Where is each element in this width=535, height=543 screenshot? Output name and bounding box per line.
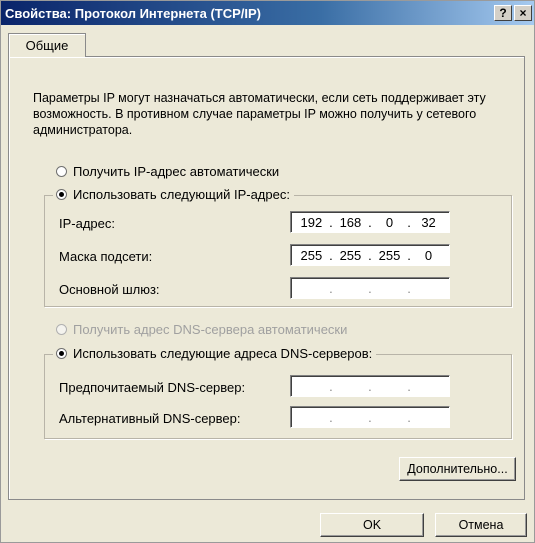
title-bar: Свойства: Протокол Интернета (TCP/IP) ? … [1, 1, 534, 25]
dns-auto-option[interactable]: Получить адрес DNS-сервера автоматически [56, 322, 352, 337]
help-button[interactable]: ? [494, 5, 512, 21]
tab-general-label: Общие [25, 38, 69, 53]
dns-manual-label: Использовать следующие адреса DNS-сервер… [73, 346, 373, 361]
preferred-dns-label: Предпочитаемый DNS-сервер: [59, 380, 246, 395]
alternate-dns-input[interactable]: . . . [290, 406, 450, 428]
ip-auto-option[interactable]: Получить IP-адрес автоматически [56, 164, 284, 179]
dns-auto-radio[interactable] [56, 324, 67, 335]
ip-manual-radio[interactable] [56, 189, 67, 200]
preferred-dns-input[interactable]: . . . [290, 375, 450, 397]
subnet-mask-input[interactable]: 255. 255. 255. 0 [290, 244, 450, 266]
ip-address-octet-4: 32 [421, 214, 436, 230]
ip-manual-option[interactable]: Использовать следующий IP-адрес: [53, 187, 294, 202]
tab-general[interactable]: Общие [8, 33, 86, 57]
ip-auto-label: Получить IP-адрес автоматически [73, 164, 280, 179]
ip-manual-label: Использовать следующий IP-адрес: [73, 187, 290, 202]
dns-auto-label: Получить адрес DNS-сервера автоматически [73, 322, 348, 337]
description-text: Параметры IP могут назначаться автоматич… [33, 91, 486, 137]
close-button[interactable]: × [514, 5, 532, 21]
tcpip-properties-dialog: Свойства: Протокол Интернета (TCP/IP) ? … [0, 0, 535, 543]
ok-button[interactable]: OK [320, 513, 424, 537]
ip-auto-radio[interactable] [56, 166, 67, 177]
ip-address-label: IP-адрес: [59, 216, 115, 231]
ip-address-octet-1: 192 [300, 214, 323, 230]
ip-address-octet-2: 168 [339, 214, 362, 230]
subnet-mask-label: Маска подсети: [59, 249, 153, 264]
cancel-button[interactable]: Отмена [435, 513, 527, 537]
default-gateway-label: Основной шлюз: [59, 282, 160, 297]
subnet-mask-octet-3: 255 [378, 247, 401, 263]
window-title: Свойства: Протокол Интернета (TCP/IP) [5, 5, 261, 21]
ip-address-octet-3: 0 [385, 214, 394, 230]
advanced-button[interactable]: Дополнительно... [399, 457, 516, 481]
ip-address-input[interactable]: 192. 168. 0. 32 [290, 211, 450, 233]
default-gateway-input[interactable]: . . . [290, 277, 450, 299]
subnet-mask-octet-1: 255 [300, 247, 323, 263]
subnet-mask-octet-4: 0 [424, 247, 433, 263]
dns-manual-radio[interactable] [56, 348, 67, 359]
subnet-mask-octet-2: 255 [339, 247, 362, 263]
alternate-dns-label: Альтернативный DNS-сервер: [59, 411, 241, 426]
dns-manual-option[interactable]: Использовать следующие адреса DNS-сервер… [53, 346, 377, 361]
